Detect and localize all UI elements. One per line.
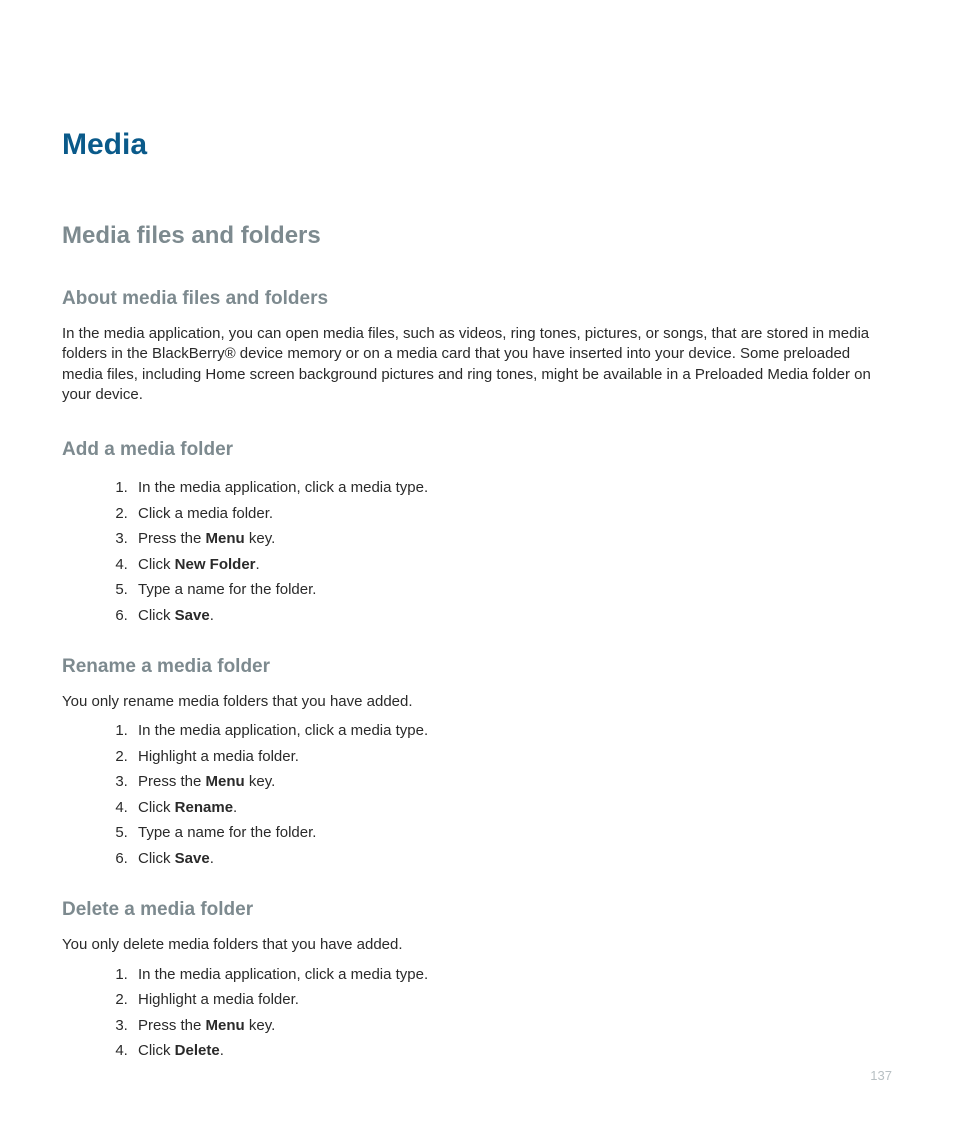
about-text: In the media application, you can open m… (62, 324, 892, 405)
step-bold: Delete (175, 1042, 220, 1059)
step-bold: Menu (206, 773, 245, 790)
about-heading: About media files and folders (62, 288, 892, 310)
page-content: Media Media files and folders About medi… (0, 0, 954, 1064)
section-heading: Media files and folders (62, 222, 892, 250)
step-item: Press the Menu key. (132, 769, 892, 795)
step-bold: Menu (206, 530, 245, 547)
add-block: Add a media folder In the media applicat… (62, 439, 892, 628)
step-bold: Menu (206, 1017, 245, 1034)
step-item: Press the Menu key. (132, 526, 892, 552)
step-item: Click New Folder. (132, 552, 892, 578)
rename-block: Rename a media folder You only rename me… (62, 656, 892, 871)
step-item: In the media application, click a media … (132, 962, 892, 988)
step-item: Highlight a media folder. (132, 744, 892, 770)
step-item: Highlight a media folder. (132, 987, 892, 1013)
step-item: Click Rename. (132, 795, 892, 821)
step-bold: New Folder (175, 556, 256, 573)
delete-steps: In the media application, click a media … (62, 962, 892, 1064)
step-item: Click Save. (132, 603, 892, 629)
step-item: Type a name for the folder. (132, 577, 892, 603)
about-block: About media files and folders In the med… (62, 288, 892, 405)
step-item: Click a media folder. (132, 501, 892, 527)
rename-heading: Rename a media folder (62, 656, 892, 678)
delete-note: You only delete media folders that you h… (62, 935, 892, 955)
step-item: Click Save. (132, 846, 892, 872)
add-heading: Add a media folder (62, 439, 892, 461)
delete-heading: Delete a media folder (62, 899, 892, 921)
step-item: Press the Menu key. (132, 1013, 892, 1039)
step-item: Type a name for the folder. (132, 820, 892, 846)
rename-steps: In the media application, click a media … (62, 718, 892, 871)
step-item: In the media application, click a media … (132, 475, 892, 501)
add-steps: In the media application, click a media … (62, 475, 892, 628)
step-bold: Save (175, 850, 210, 867)
step-item: Click Delete. (132, 1038, 892, 1064)
step-bold: Rename (175, 799, 233, 816)
delete-block: Delete a media folder You only delete me… (62, 899, 892, 1063)
rename-note: You only rename media folders that you h… (62, 692, 892, 712)
page-number: 137 (870, 1068, 892, 1083)
chapter-title: Media (62, 128, 892, 162)
step-item: In the media application, click a media … (132, 718, 892, 744)
step-bold: Save (175, 607, 210, 624)
